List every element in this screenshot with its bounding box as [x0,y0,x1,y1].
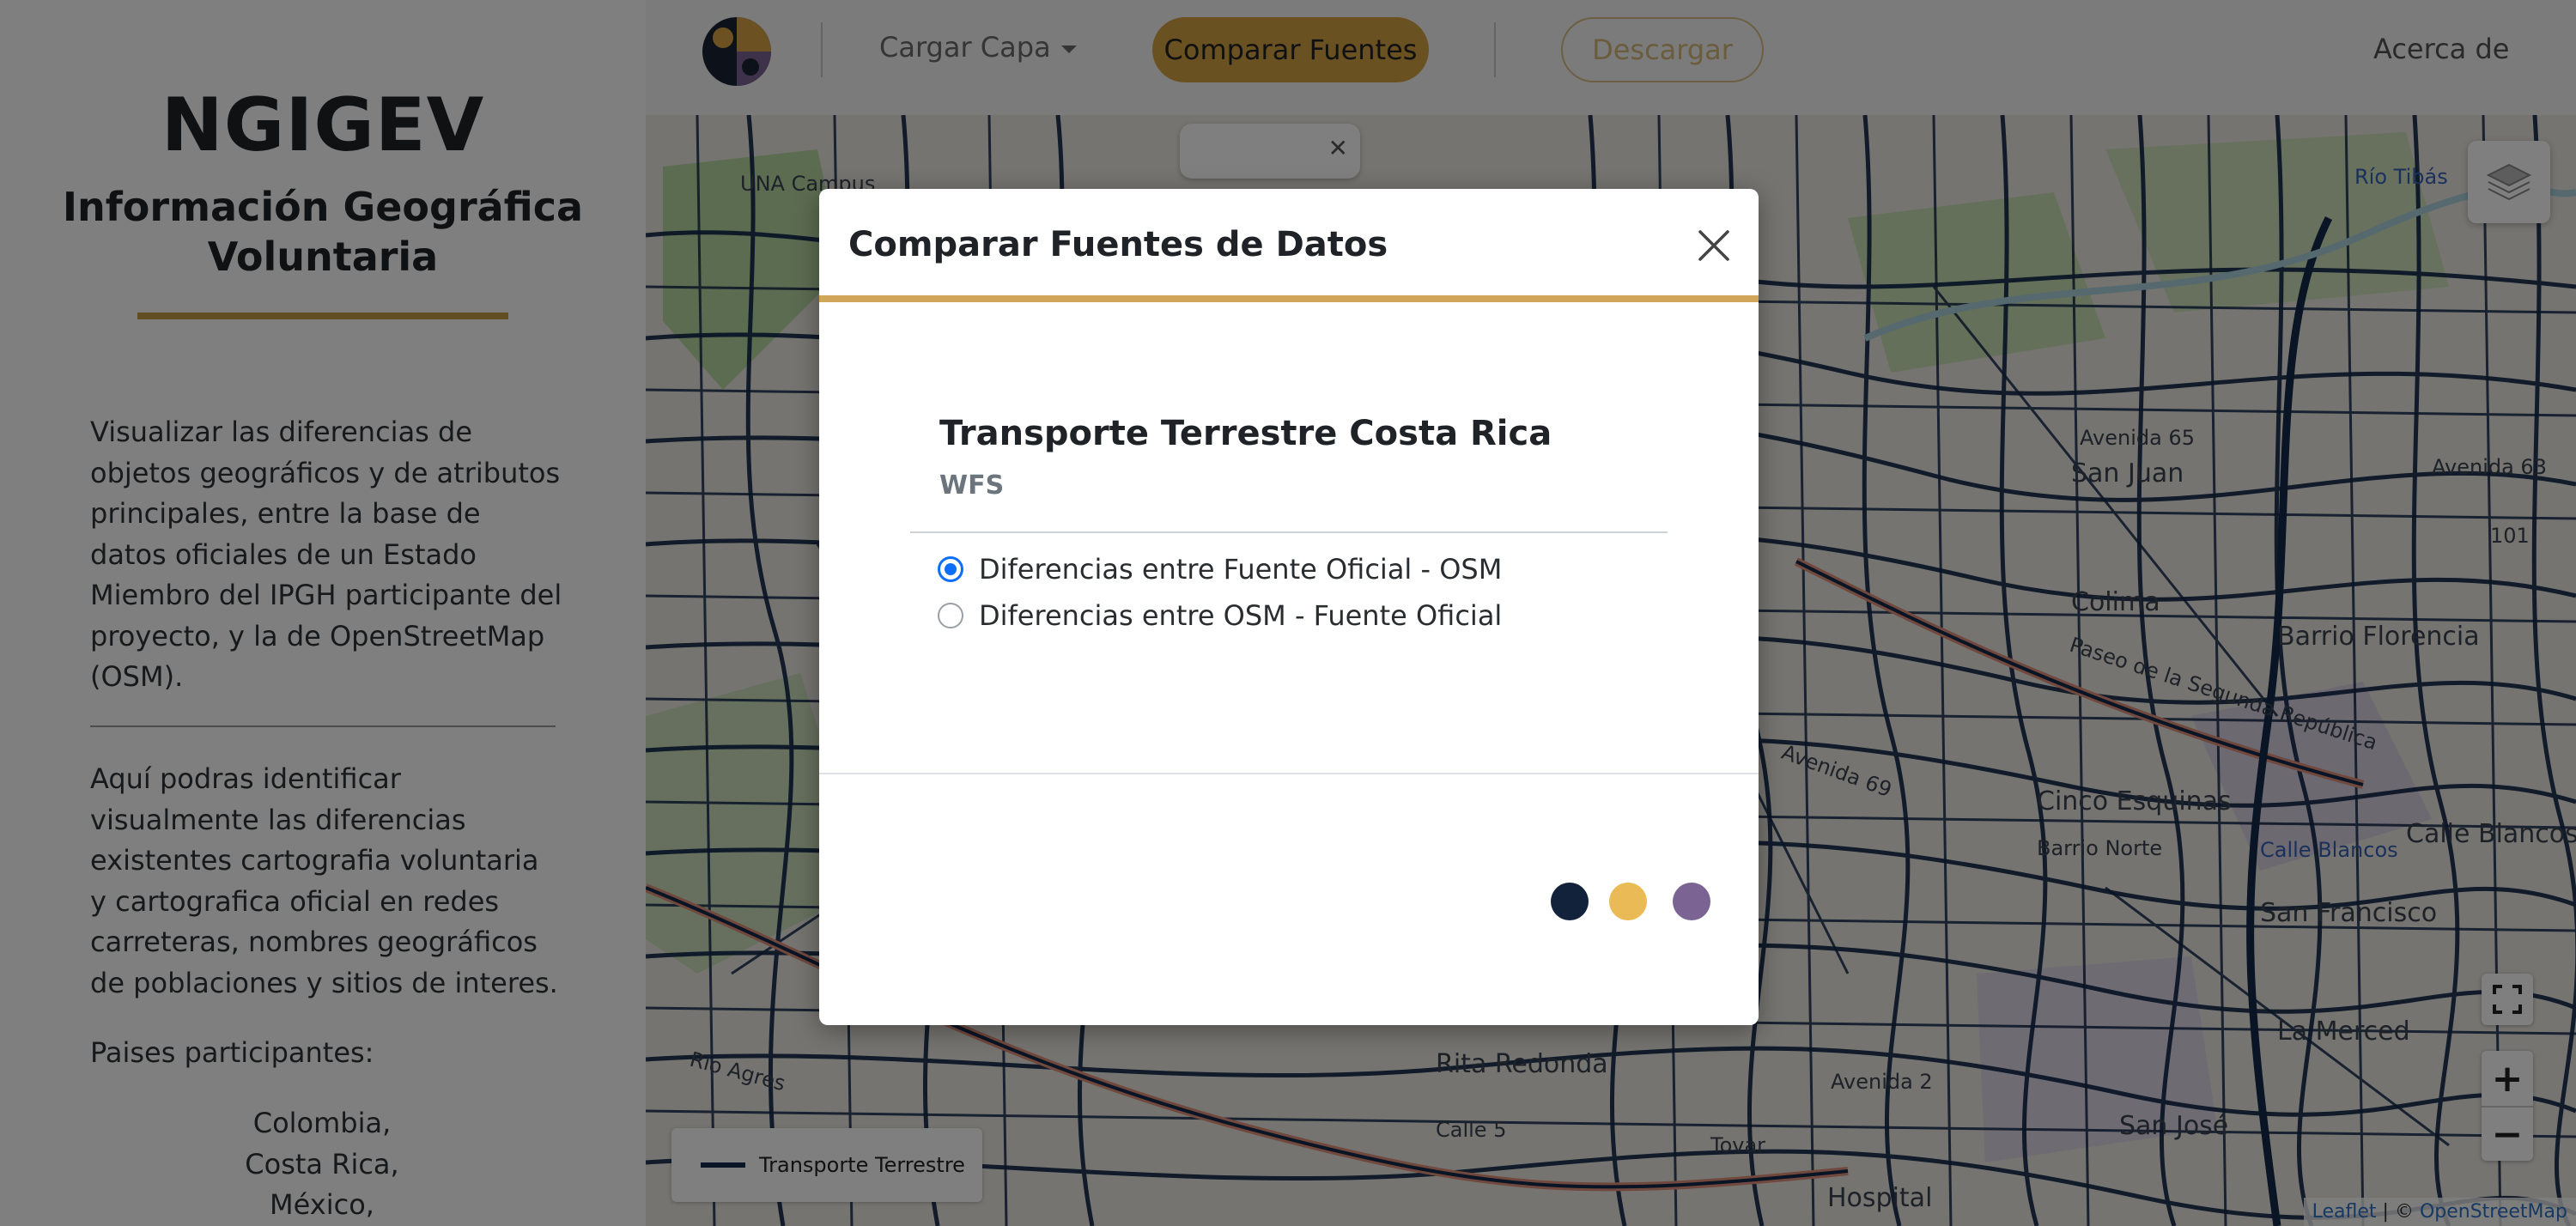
option-osm-official[interactable]: Diferencias entre OSM - Fuente Oficial [938,599,1502,632]
option-official-osm[interactable]: Diferencias entre Fuente Oficial - OSM [938,553,1502,586]
radio-button-checked[interactable] [938,556,963,582]
loading-dot [1673,883,1710,920]
modal-title: Comparar Fuentes de Datos [848,225,1388,264]
option-label: Diferencias entre OSM - Fuente Oficial [979,599,1503,632]
close-icon[interactable] [1695,227,1733,264]
option-label: Diferencias entre Fuente Oficial - OSM [979,553,1503,586]
divider [910,531,1668,533]
layer-type: WFS [939,470,1005,501]
modal-footer-divider [819,773,1759,774]
loading-dot [1551,883,1589,920]
modal-header: Comparar Fuentes de Datos [819,189,1759,302]
radio-button[interactable] [938,603,963,628]
layer-title: Transporte Terrestre Costa Rica [939,414,1552,453]
compare-sources-modal: Comparar Fuentes de Datos Transporte Ter… [819,189,1759,1025]
loading-dot [1609,883,1647,920]
